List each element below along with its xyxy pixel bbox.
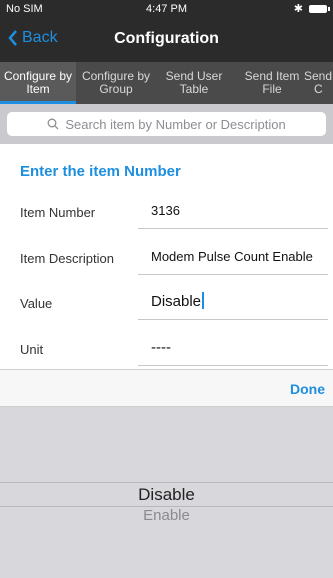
search-icon: [47, 118, 59, 130]
text-cursor: [202, 292, 205, 309]
navigation-bar: Back Configuration: [0, 18, 333, 62]
unit-field[interactable]: ----: [138, 333, 328, 366]
tab-configure-by-group[interactable]: Configure by Group: [78, 62, 154, 104]
value-picker[interactable]: Disable Enable: [0, 407, 333, 578]
tab-label-line2: Item: [26, 82, 50, 96]
value-field-text: Disable: [151, 293, 202, 310]
value-field[interactable]: Disable: [138, 287, 328, 320]
search-input[interactable]: Search item by Number or Description: [7, 112, 326, 136]
value-row: Value Disable: [0, 287, 333, 321]
tab-bar: Configure by Item Configure by Group Sen…: [0, 62, 333, 104]
status-time: 4:47 PM: [146, 3, 187, 15]
tab-send-partial[interactable]: Send C: [304, 62, 333, 104]
item-number-label: Item Number: [20, 205, 96, 220]
unit-row: Unit ----: [0, 333, 333, 367]
picker-selection-line-top: [0, 482, 333, 483]
item-number-field[interactable]: 3136: [138, 196, 328, 229]
search-placeholder: Search item by Number or Description: [65, 116, 286, 132]
picker-option-enable[interactable]: Enable: [0, 507, 333, 524]
done-button[interactable]: Done: [290, 381, 325, 397]
keyboard-toolbar: Done: [0, 369, 333, 407]
item-description-label: Item Description: [20, 251, 114, 266]
item-description-field[interactable]: Modem Pulse Count Enable: [138, 242, 328, 275]
item-number-row: Item Number 3136: [0, 196, 333, 230]
tab-label-line2: File: [262, 82, 282, 96]
page-title: Configuration: [114, 30, 219, 47]
tab-send-user-table[interactable]: Send User Table: [156, 62, 232, 104]
tab-send-item-file[interactable]: Send Item File: [234, 62, 310, 104]
search-bar: Search item by Number or Description: [0, 104, 333, 144]
item-description-row: Item Description Modem Pulse Count Enabl…: [0, 242, 333, 276]
status-bar: No SIM 4:47 PM ✱: [0, 0, 333, 18]
bluetooth-icon: ✱: [293, 3, 303, 15]
tab-configure-by-item[interactable]: Configure by Item: [0, 62, 76, 104]
picker-option-disable[interactable]: Disable: [0, 485, 333, 505]
tab-label-line2: Table: [179, 82, 209, 96]
unit-label: Unit: [20, 342, 44, 357]
battery-icon: [309, 5, 330, 13]
value-label: Value: [20, 296, 53, 311]
tab-label-line2: Group: [99, 82, 133, 96]
tab-label-line2: C: [314, 82, 323, 96]
section-title: Enter the item Number: [20, 163, 181, 180]
